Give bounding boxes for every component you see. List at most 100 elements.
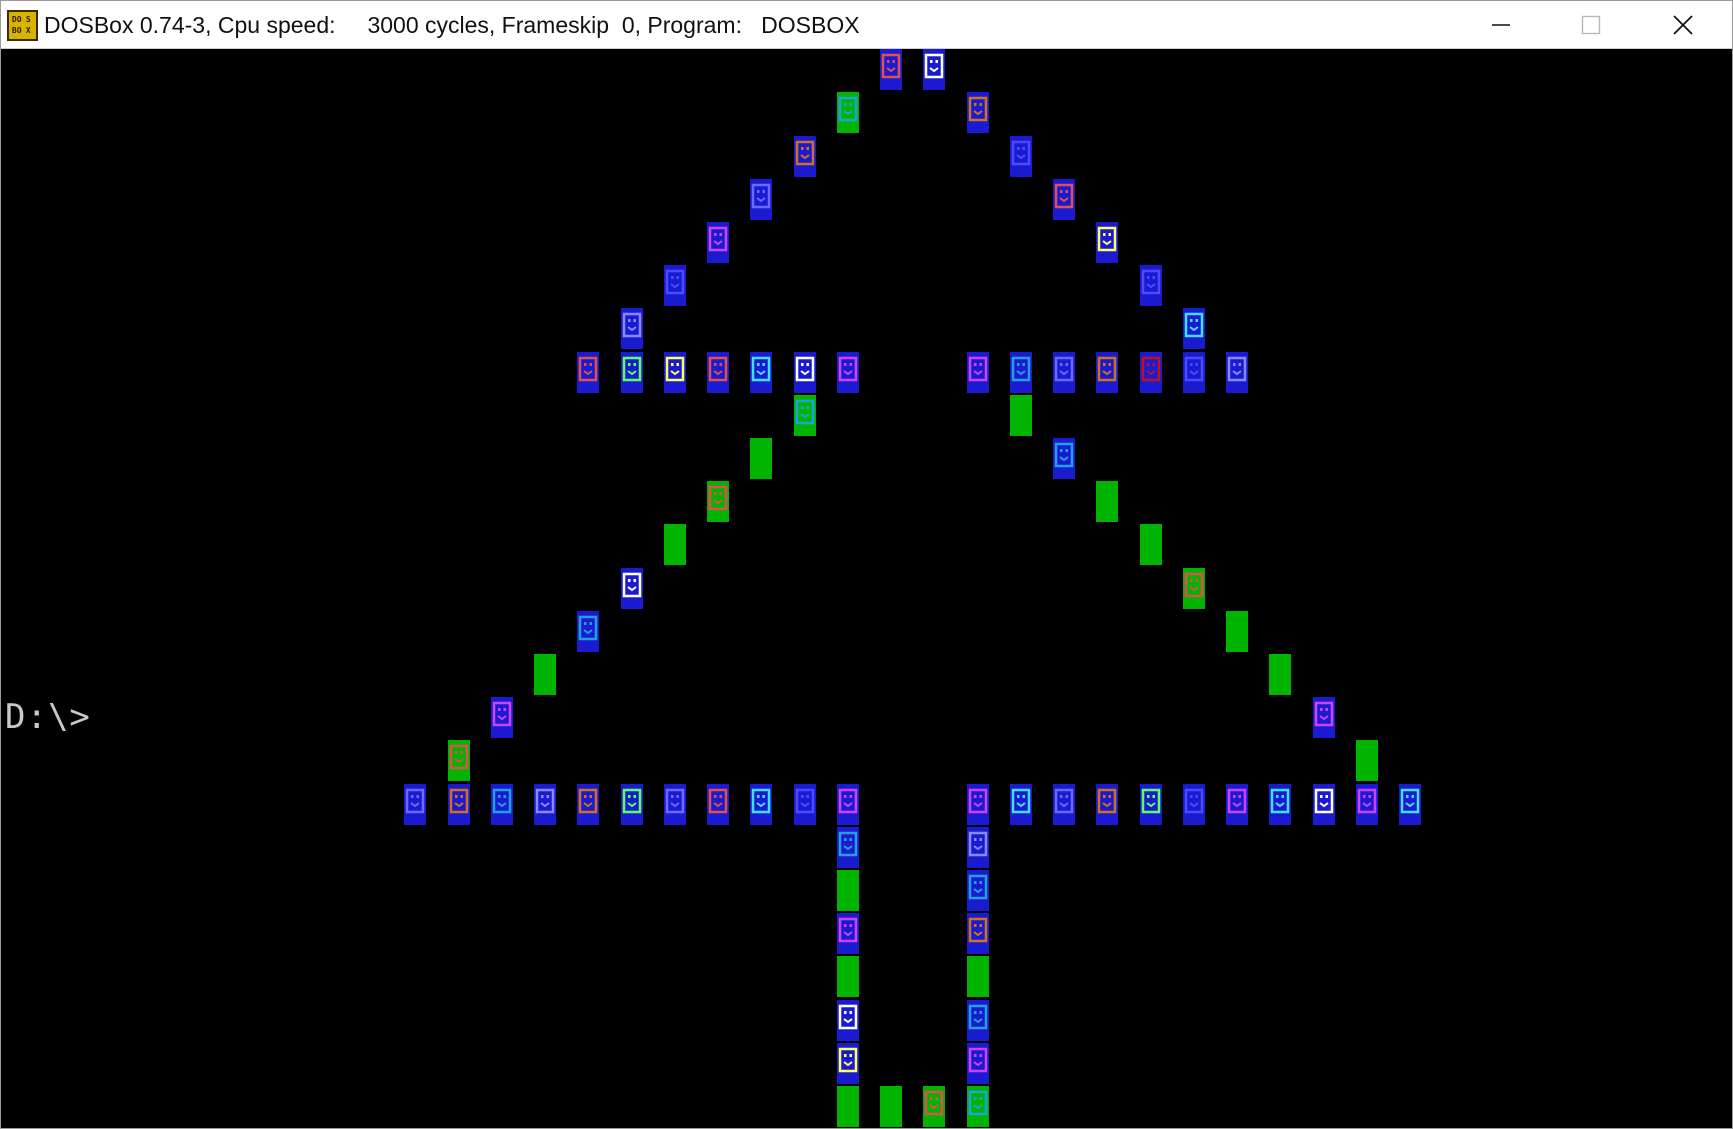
tree-smiley: [880, 1086, 902, 1127]
tree-smiley: [577, 783, 600, 825]
tree-block: [663, 524, 686, 566]
tree-smiley: [750, 438, 773, 479]
tree-smiley: [966, 1042, 989, 1084]
tree-smiley: [577, 351, 600, 393]
tree-smiley: [793, 351, 816, 393]
tree-smiley: [1009, 135, 1032, 177]
tree-smiley: [836, 913, 859, 955]
tree-smiley: [966, 351, 989, 393]
tree-smiley: [1399, 783, 1421, 825]
tree-smiley: [534, 783, 556, 825]
tree-smiley: [490, 697, 513, 739]
tree-smiley: [750, 783, 773, 825]
tree-smiley: [447, 783, 470, 825]
tree-smiley: [966, 92, 989, 134]
tree-block: [1139, 524, 1162, 566]
maximize-icon: [1581, 15, 1601, 35]
tree-block: [1009, 394, 1032, 436]
tree-smiley: [1182, 308, 1205, 350]
minimize-icon: [1492, 24, 1510, 26]
tree-smiley: [620, 783, 643, 825]
tree-smiley: [663, 351, 686, 393]
tree-smiley: [966, 1086, 989, 1127]
tree-block: [966, 956, 989, 998]
tree-smiley: [793, 394, 816, 436]
tree-smiley: [1096, 481, 1119, 523]
tree-smiley: [1053, 178, 1075, 220]
tree-smiley: [836, 870, 859, 911]
tree-smiley: [836, 1042, 859, 1084]
tree-smiley: [836, 826, 859, 868]
dos-screen[interactable]: D:\>: [3, 49, 1732, 1128]
tree-smiley: [663, 265, 686, 307]
tree-smiley: [707, 222, 729, 263]
tree-smiley: [836, 351, 859, 393]
tree-smiley: [966, 826, 989, 868]
tree-smiley: [1182, 783, 1205, 825]
icon-text-do: DO: [11, 14, 22, 24]
tree-smiley: [1139, 351, 1162, 393]
tree-smiley: [836, 783, 859, 825]
tree-smiley: [1053, 783, 1075, 825]
tree-smiley: [793, 783, 816, 825]
tree-smiley: [966, 999, 989, 1041]
title-bar[interactable]: DO S BO X DOSBox 0.74-3, Cpu speed: 3000…: [1, 1, 1732, 49]
tree-smiley: [1096, 783, 1119, 825]
tree-smiley: [836, 999, 859, 1041]
tree-smiley: [447, 740, 470, 782]
minimize-button[interactable]: [1456, 1, 1546, 49]
tree-smiley: [707, 481, 729, 523]
dosbox-icon[interactable]: DO S BO X: [7, 10, 38, 41]
tree-smiley: [1139, 265, 1162, 307]
tree-smiley: [490, 783, 513, 825]
tree-smiley: [966, 870, 989, 911]
tree-smiley: [404, 783, 427, 825]
tree-smiley: [966, 783, 989, 825]
tree-smiley: [707, 351, 729, 393]
close-button[interactable]: [1638, 1, 1728, 49]
tree-smiley: [1355, 783, 1378, 825]
tree-smiley: [620, 351, 643, 393]
icon-text-bo: BO: [11, 26, 22, 36]
tree-smiley: [836, 92, 859, 134]
tree-smiley: [1182, 567, 1205, 609]
tree-smiley: [1226, 351, 1248, 393]
close-icon: [1673, 15, 1693, 35]
tree-smiley: [1053, 438, 1075, 479]
tree-smiley: [1226, 783, 1248, 825]
tree-smiley: [663, 783, 686, 825]
tree-block: [836, 1086, 859, 1127]
tree-smiley: [1182, 351, 1205, 393]
tree-smiley: [707, 783, 729, 825]
tree-smiley: [966, 913, 989, 955]
window-title: DOSBox 0.74-3, Cpu speed: 3000 cycles, F…: [44, 12, 860, 38]
tree-smiley: [620, 308, 643, 350]
tree-smiley: [1226, 610, 1248, 652]
tree-smiley: [1096, 222, 1119, 263]
maximize-button[interactable]: [1546, 1, 1636, 49]
command-prompt: D:\>: [5, 697, 91, 737]
tree-smiley: [1009, 351, 1032, 393]
tree-smiley: [923, 49, 946, 91]
tree-smiley: [1312, 783, 1335, 825]
tree-smiley: [1096, 351, 1119, 393]
tree-smiley: [923, 1086, 946, 1127]
tree-smiley: [1269, 783, 1292, 825]
tree-smiley: [793, 135, 816, 177]
tree-smiley: [1139, 783, 1162, 825]
tree-smiley: [620, 567, 643, 609]
tree-smiley: [1355, 740, 1378, 782]
tree-block: [1269, 654, 1292, 695]
tree-smiley: [750, 351, 773, 393]
icon-text-s: S: [25, 14, 31, 24]
tree-smiley: [750, 178, 773, 220]
tree-block: [534, 654, 556, 695]
tree-block: [836, 956, 859, 998]
tree-smiley: [577, 610, 600, 652]
tree-smiley: [1009, 783, 1032, 825]
tree-smiley: [1312, 697, 1335, 739]
tree-smiley: [880, 49, 902, 91]
tree-smiley: [1053, 351, 1075, 393]
icon-text-x: X: [25, 26, 31, 36]
dosbox-window: DO S BO X DOSBox 0.74-3, Cpu speed: 3000…: [0, 0, 1733, 1129]
